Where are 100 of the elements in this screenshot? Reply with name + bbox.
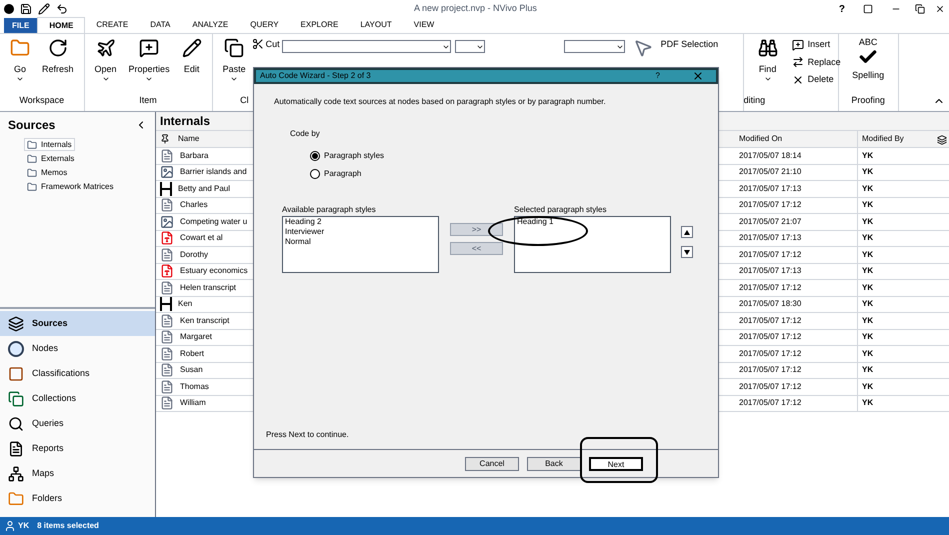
- ribbon-button[interactable]: Refresh: [36, 38, 80, 94]
- radio-option[interactable]: Paragraph styles: [310, 150, 384, 162]
- table-cell[interactable]: Estuary economics: [156, 264, 252, 280]
- user-status: YK: [4, 520, 30, 532]
- table-cell: 2017/05/07 17:12: [735, 247, 857, 264]
- selected-styles-list[interactable]: Heading 1: [514, 216, 671, 273]
- tree-item[interactable]: Externals: [24, 152, 78, 165]
- table-cell: YK: [857, 362, 937, 379]
- pencil-icon[interactable]: [38, 3, 50, 15]
- column-header[interactable]: Modified On: [735, 131, 857, 148]
- ribbon-button[interactable]: Open: [88, 38, 123, 94]
- navigation-item[interactable]: Queries: [0, 411, 155, 436]
- column-header[interactable]: Name: [156, 131, 252, 148]
- navigation-item[interactable]: Folders: [0, 486, 155, 511]
- tree-item[interactable]: Memos: [24, 166, 70, 179]
- style-field[interactable]: [564, 40, 625, 53]
- table-cell[interactable]: Barbara: [156, 148, 252, 164]
- table-cell[interactable]: Ken transcript: [156, 313, 252, 330]
- table-cell[interactable]: Thomas: [156, 379, 252, 396]
- properties-icon: [139, 38, 160, 58]
- insert-icon: [792, 38, 804, 51]
- dialog-button[interactable]: Cancel: [465, 456, 519, 470]
- ribbon-tab[interactable]: QUERY: [239, 17, 290, 33]
- table-cell[interactable]: Dorothy: [156, 247, 252, 264]
- table-cell[interactable]: Helen transcript: [156, 280, 252, 296]
- available-styles-list[interactable]: Heading 2 Interviewer Normal: [282, 216, 439, 273]
- tree-item[interactable]: Internals: [24, 138, 75, 151]
- help-button[interactable]: ?: [656, 70, 660, 82]
- ribbon-tab[interactable]: LAYOUT: [349, 17, 403, 33]
- app-icon[interactable]: [4, 4, 14, 14]
- table-cell[interactable]: Ken: [156, 296, 252, 313]
- spelling-button[interactable]: ABC Spelling: [852, 38, 884, 94]
- ribbon-button[interactable]: Replace: [792, 56, 841, 69]
- table-cell[interactable]: Susan: [156, 362, 252, 379]
- pdf-selection-button[interactable]: PDF Selection: [660, 38, 718, 50]
- navigation-item[interactable]: Collections: [0, 386, 155, 411]
- column-header[interactable]: Modified By: [857, 131, 937, 148]
- hint-text: Press Next to continue.: [266, 429, 350, 441]
- navigation-item[interactable]: Reports: [0, 436, 155, 461]
- size-field[interactable]: [455, 40, 485, 53]
- ribbon-button[interactable]: Edit: [176, 38, 208, 94]
- table-cell[interactable]: Charles: [156, 198, 252, 214]
- ribbon-button[interactable]: Insert: [792, 38, 841, 52]
- navigation-item[interactable]: Classifications: [0, 361, 155, 386]
- move-up-button[interactable]: [681, 226, 693, 238]
- list-item[interactable]: Heading 1: [517, 217, 668, 227]
- restore-icon[interactable]: [915, 4, 925, 14]
- table-cell[interactable]: Betty and Paul: [156, 181, 252, 198]
- table-cell: 2017/05/07 17:13: [735, 181, 857, 198]
- table-cell[interactable]: Cowart et al: [156, 230, 252, 247]
- table-cell[interactable]: Robert: [156, 346, 252, 362]
- ribbon-tab[interactable]: HOME: [37, 17, 86, 33]
- ribbon-button[interactable]: Paste: [216, 38, 252, 94]
- ribbon-button[interactable]: Delete: [792, 73, 841, 86]
- table-cell: YK: [857, 264, 937, 280]
- help-button[interactable]: ?: [838, 2, 845, 16]
- pin-icon: [160, 134, 170, 144]
- table-cell[interactable]: William: [156, 396, 252, 412]
- move-down-button[interactable]: [681, 246, 693, 258]
- ribbon-button[interactable]: Go: [4, 38, 36, 94]
- refresh-icon: [48, 38, 68, 58]
- close-icon[interactable]: [935, 4, 945, 14]
- file-tab[interactable]: FILE: [4, 18, 38, 33]
- save-icon[interactable]: [20, 3, 32, 15]
- remove-button[interactable]: <<: [450, 242, 503, 255]
- ribbon-button[interactable]: Properties: [122, 38, 176, 94]
- table-cell[interactable]: Barrier islands and: [156, 164, 252, 181]
- ribbon-tab[interactable]: VIEW: [402, 17, 446, 33]
- radio-option[interactable]: Paragraph: [310, 168, 362, 180]
- tree-item[interactable]: Framework Matrices: [24, 180, 116, 193]
- ribbon-tab[interactable]: DATA: [139, 17, 182, 33]
- ribbon-button[interactable]: Find: [752, 38, 784, 94]
- document-icon: [160, 396, 174, 410]
- table-cell[interactable]: Competing water u: [156, 214, 252, 230]
- document-icon: [160, 363, 174, 378]
- table-cell[interactable]: Margaret: [156, 330, 252, 346]
- list-item[interactable]: Normal: [285, 237, 436, 247]
- group-label: diting: [744, 94, 766, 107]
- document-icon: [160, 280, 174, 295]
- list-item[interactable]: Heading 2: [285, 217, 436, 227]
- navigation-item[interactable]: Nodes: [0, 336, 155, 361]
- list-item[interactable]: Interviewer: [285, 227, 436, 237]
- table-cell: YK: [857, 230, 937, 247]
- ribbon-tab[interactable]: EXPLORE: [290, 17, 350, 33]
- ribbon-tab[interactable]: ANALYZE: [181, 17, 240, 33]
- folder-icon: [27, 140, 37, 150]
- undo-icon[interactable]: [56, 3, 68, 15]
- pointer-icon[interactable]: [632, 38, 653, 58]
- cut-button[interactable]: Cut: [252, 38, 280, 50]
- navigation-item[interactable]: Maps: [0, 461, 155, 486]
- font-field[interactable]: [282, 40, 452, 53]
- ribbon-tab[interactable]: CREATE: [85, 17, 140, 33]
- table-cell: 2017/05/07 18:30: [735, 296, 857, 313]
- table-cell: 2017/05/07 17:12: [735, 362, 857, 379]
- dialog-button[interactable]: Back: [527, 456, 581, 470]
- table-cell: 2017/05/07 21:07: [735, 214, 857, 230]
- navigation-item[interactable]: Sources: [0, 311, 155, 336]
- dialog-button[interactable]: Next: [589, 456, 643, 470]
- close-icon: [792, 74, 804, 86]
- add-button[interactable]: >>: [450, 223, 503, 236]
